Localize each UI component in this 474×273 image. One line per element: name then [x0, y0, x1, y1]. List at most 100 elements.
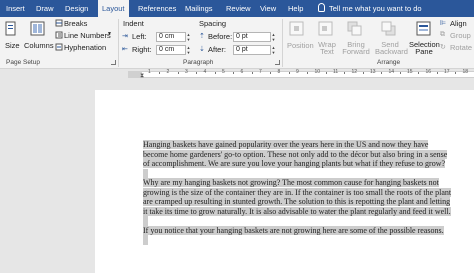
line-numbers-icon	[55, 31, 63, 39]
tab-references[interactable]: References	[134, 0, 180, 17]
ruler-tick	[214, 72, 216, 74]
spacing-before-icon: ⇡	[199, 33, 205, 40]
tab-mailings[interactable]: Mailings	[181, 0, 217, 17]
empty-paragraph	[143, 235, 148, 245]
ruler-tick	[196, 72, 198, 74]
rotate-icon: ↻	[440, 44, 446, 51]
paragraph-1[interactable]: Hanging baskets have gained popularity o…	[143, 140, 455, 169]
tab-draw[interactable]: Draw	[32, 0, 58, 17]
page-setup-group-label: Page Setup	[6, 59, 40, 66]
spacing-after-spinner[interactable]: ▲ ▼	[271, 45, 276, 55]
paragraph-group-label: Paragraph	[183, 59, 214, 66]
indent-marker-icon[interactable]: ⧗	[140, 73, 144, 80]
indent-left-label: Left:	[132, 32, 147, 41]
size-button[interactable]: Size	[5, 41, 20, 50]
ruler-tick	[436, 72, 438, 74]
layout-ribbon: Size Columns Breaks Line Numbers ▼ Hyphe…	[0, 17, 474, 69]
tab-help[interactable]: Help	[284, 0, 307, 17]
breaks-icon	[55, 19, 63, 27]
group-button[interactable]: Group	[450, 31, 471, 40]
selection-pane-button[interactable]: Selection Pane	[409, 41, 440, 56]
tab-design[interactable]: Design	[61, 0, 92, 17]
group-separator	[118, 19, 119, 67]
ruler-tick	[251, 72, 253, 74]
ruler-tick	[270, 72, 272, 74]
ruler-tick	[233, 72, 235, 74]
indent-left-spinner[interactable]: ▲ ▼	[186, 32, 191, 42]
ruler-number: 12	[351, 69, 358, 75]
columns-icon	[30, 21, 45, 36]
breaks-button[interactable]: Breaks	[64, 19, 87, 28]
selection-pane-icon	[416, 21, 431, 36]
ruler-number: 18	[462, 69, 469, 75]
group-separator	[282, 19, 283, 67]
spacing-before-spinner[interactable]: ▲ ▼	[271, 32, 276, 42]
align-button[interactable]: Align	[450, 19, 467, 28]
ruler-number: 4	[203, 69, 207, 75]
indent-left-field[interactable]: 0 cm	[156, 32, 186, 42]
position-icon	[289, 21, 304, 36]
rotate-button[interactable]: Rotate	[450, 43, 472, 52]
spacing-heading: Spacing	[199, 19, 227, 28]
line-numbers-button[interactable]: Line Numbers	[64, 31, 111, 40]
document-body[interactable]: Hanging baskets have gained popularity o…	[143, 140, 455, 245]
align-icon: ⊫	[440, 20, 447, 27]
ruler-tick	[159, 72, 161, 74]
indent-right-field[interactable]: 0 cm	[156, 45, 186, 55]
group-icon: ⧉	[440, 31, 445, 38]
chevron-down-icon: ▼	[107, 31, 112, 37]
indent-right-label: Right:	[132, 45, 152, 54]
ruler-tick	[399, 72, 401, 74]
ruler-number: 11	[333, 69, 339, 75]
spacing-after-icon: ⇣	[199, 46, 205, 53]
ruler-number: 8	[277, 69, 281, 75]
tell-me-search[interactable]: Tell me what you want to do	[318, 0, 422, 17]
ruler-number: 13	[370, 69, 376, 75]
ruler-number: 1	[148, 69, 151, 75]
spacing-before-field[interactable]: 0 pt	[233, 32, 271, 42]
bring-forward-icon	[347, 21, 362, 36]
ruler-number: 16	[425, 69, 432, 75]
horizontal-ruler[interactable]: 1 2 3 4 5 6 7 8 9 10 11 12 13 14 15 16 17 18 ⧗	[0, 69, 474, 80]
ruler-tick	[381, 72, 383, 74]
ruler-number: 15	[407, 69, 413, 75]
ruler-tick	[362, 72, 364, 74]
bring-forward-button[interactable]: Bring Forward	[342, 41, 370, 56]
tab-layout[interactable]: Layout	[98, 0, 129, 17]
ruler-number: 6	[240, 69, 244, 75]
spacing-after-field[interactable]: 0 pt	[233, 45, 271, 55]
page-setup-launcher-icon[interactable]	[111, 60, 116, 65]
indent-left-icon: ⇥	[122, 33, 128, 40]
ruler-number: 7	[259, 69, 262, 75]
ruler-tick	[177, 72, 179, 74]
send-backward-button[interactable]: Send Backward	[375, 41, 408, 56]
empty-paragraph	[143, 168, 148, 178]
tab-insert[interactable]: Insert	[2, 0, 29, 17]
ruler-number: 9	[296, 69, 299, 75]
tab-view[interactable]: View	[256, 0, 280, 17]
ruler-number: 3	[185, 69, 188, 75]
position-button[interactable]: Position	[287, 41, 314, 50]
paragraph-launcher-icon[interactable]	[275, 60, 280, 65]
ribbon-tab-bar: Insert Draw Design Layout References Mai…	[0, 0, 474, 17]
paragraph-1-text: Hanging baskets have gained popularity o…	[143, 140, 448, 168]
indent-right-spinner[interactable]: ▲ ▼	[186, 45, 191, 55]
tell-me-text: Tell me what you want to do	[329, 4, 422, 13]
wrap-text-icon	[318, 21, 333, 36]
ruler-number: 17	[444, 69, 450, 75]
spacing-before-label: Before:	[208, 32, 233, 41]
ruler-number: 5	[222, 69, 225, 75]
hyphenation-button[interactable]: Hyphenation	[64, 43, 106, 52]
tab-review[interactable]: Review	[222, 0, 255, 17]
paragraph-2[interactable]: Why are my hanging baskets not growing? …	[143, 178, 455, 216]
ruler-tick	[307, 72, 309, 74]
ruler-tick	[288, 72, 290, 74]
send-backward-icon	[381, 21, 396, 36]
columns-button[interactable]: Columns	[24, 41, 54, 50]
wrap-text-button[interactable]: Wrap Text	[317, 41, 337, 56]
indent-heading: Indent	[123, 19, 144, 28]
ruler-number: 14	[388, 69, 395, 75]
paragraph-3[interactable]: If you notice that your hanging baskets …	[143, 225, 455, 236]
page-size-icon	[5, 21, 16, 36]
paragraph-3-text: If you notice that your hanging baskets …	[143, 225, 444, 235]
